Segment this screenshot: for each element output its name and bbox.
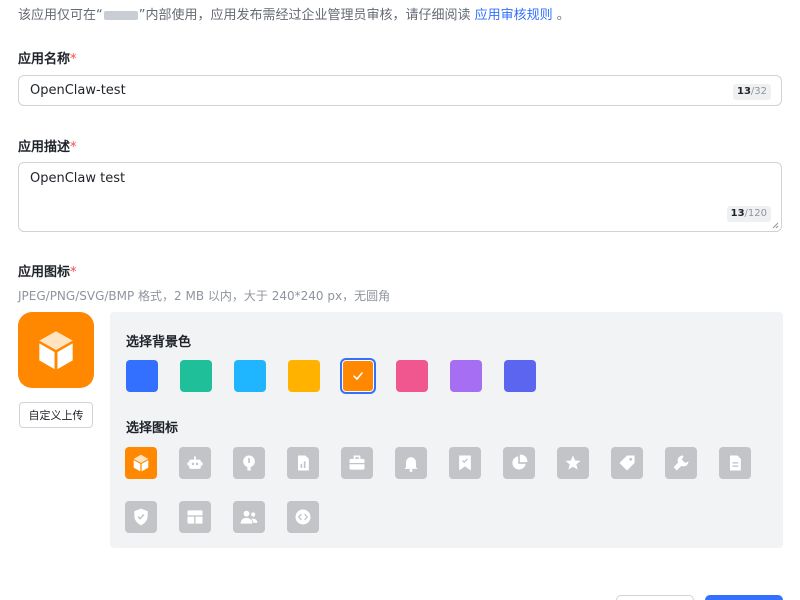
app-desc-value: OpenClaw test: [30, 171, 126, 186]
icon-option-tag[interactable]: [611, 447, 643, 479]
app-desc-char-count: 13: [730, 208, 745, 219]
icon-option-chart-doc[interactable]: [287, 447, 319, 479]
code-icon: [295, 509, 311, 525]
notice-prefix: 该应用仅可在“: [18, 8, 103, 23]
shield-icon: [134, 508, 148, 526]
app-name-char-counter: 13/32: [732, 84, 771, 100]
icon-option-layout[interactable]: [179, 501, 211, 533]
tag-icon: [619, 455, 635, 471]
document-icon: [730, 455, 741, 471]
icon-picker-panel: 选择背景色 选择图标: [110, 312, 783, 548]
app-name-label-text: 应用名称: [18, 52, 71, 67]
color-swatch-purple[interactable]: [450, 360, 482, 392]
icon-option-star[interactable]: [557, 447, 589, 479]
color-swatch-indigo[interactable]: [504, 360, 536, 392]
color-swatch-yellow[interactable]: [288, 360, 320, 392]
cube-icon: [133, 454, 149, 472]
app-name-label: 应用名称*: [18, 48, 77, 67]
icon-option-pie-chart[interactable]: [503, 447, 535, 479]
cancel-button[interactable]: [616, 595, 694, 600]
icon-option-robot[interactable]: [179, 447, 211, 479]
app-icon-label-text: 应用图标: [18, 265, 71, 280]
icon-option-wrench[interactable]: [665, 447, 697, 479]
app-desc-label: 应用描述*: [18, 136, 77, 155]
bg-color-title: 选择背景色: [126, 335, 192, 350]
app-desc-textarea[interactable]: OpenClaw test 13/120: [18, 162, 782, 232]
app-name-input[interactable]: OpenClaw-test 13/32: [18, 75, 782, 106]
review-notice: 该应用仅可在“ ”内部使用，应用发布需经过企业管理员审核，请仔细阅读 应用审核规则…: [18, 4, 570, 23]
redacted-org-name: [103, 11, 138, 20]
icon-select-title: 选择图标: [126, 421, 179, 436]
robot-icon: [187, 456, 203, 469]
layout-icon: [187, 510, 203, 524]
briefcase-icon: [349, 455, 365, 470]
color-swatch-teal[interactable]: [180, 360, 212, 392]
icon-option-shield[interactable]: [125, 501, 157, 533]
chart-doc-icon: [298, 455, 309, 471]
wrench-icon: [673, 455, 689, 471]
review-rules-link[interactable]: 应用审核规则: [475, 8, 553, 23]
app-desc-label-text: 应用描述: [18, 140, 71, 155]
custom-upload-button[interactable]: 自定义上传: [19, 402, 93, 428]
icon-format-hint: JPEG/PNG/SVG/BMP 格式，2 MB 以内，大于 240*240 p…: [18, 289, 391, 303]
color-swatch-sky[interactable]: [234, 360, 266, 392]
app-desc-char-max: /120: [744, 208, 767, 219]
confirm-button[interactable]: [705, 595, 783, 600]
icon-option-lightbulb[interactable]: [233, 447, 265, 479]
users-icon: [240, 510, 258, 524]
icon-option-cube[interactable]: [125, 447, 157, 479]
pie-chart-icon: [512, 454, 528, 470]
lightbulb-icon: [243, 455, 255, 471]
icon-option-briefcase[interactable]: [341, 447, 373, 479]
app-icon-preview: [18, 312, 94, 388]
star-icon: [565, 455, 581, 470]
bell-icon: [404, 457, 418, 472]
notice-end: 。: [556, 8, 570, 23]
app-name-char-count: 13: [736, 86, 751, 97]
icon-option-bell[interactable]: [395, 447, 427, 479]
icon-option-bookmark[interactable]: [449, 447, 481, 479]
icon-option-code[interactable]: [287, 501, 319, 533]
app-desc-char-counter: 13/120: [726, 206, 771, 222]
icon-option-users[interactable]: [233, 501, 265, 533]
app-name-char-max: /32: [750, 86, 767, 97]
app-name-value: OpenClaw-test: [30, 83, 126, 98]
icon-option-document[interactable]: [719, 447, 751, 479]
required-mark: *: [70, 265, 77, 280]
check-icon: [342, 360, 374, 392]
cube-icon: [39, 331, 73, 370]
notice-text: ”内部使用，应用发布需经过企业管理员审核，请仔细阅读: [138, 8, 471, 23]
app-icon-label: 应用图标*: [18, 261, 77, 280]
color-swatch-blue[interactable]: [126, 360, 158, 392]
bookmark-icon: [459, 455, 471, 471]
required-mark: *: [70, 140, 77, 155]
color-swatch-pink[interactable]: [396, 360, 428, 392]
resize-grip-icon[interactable]: [772, 222, 779, 229]
color-swatch-orange[interactable]: [340, 358, 376, 394]
required-mark: *: [70, 52, 77, 67]
